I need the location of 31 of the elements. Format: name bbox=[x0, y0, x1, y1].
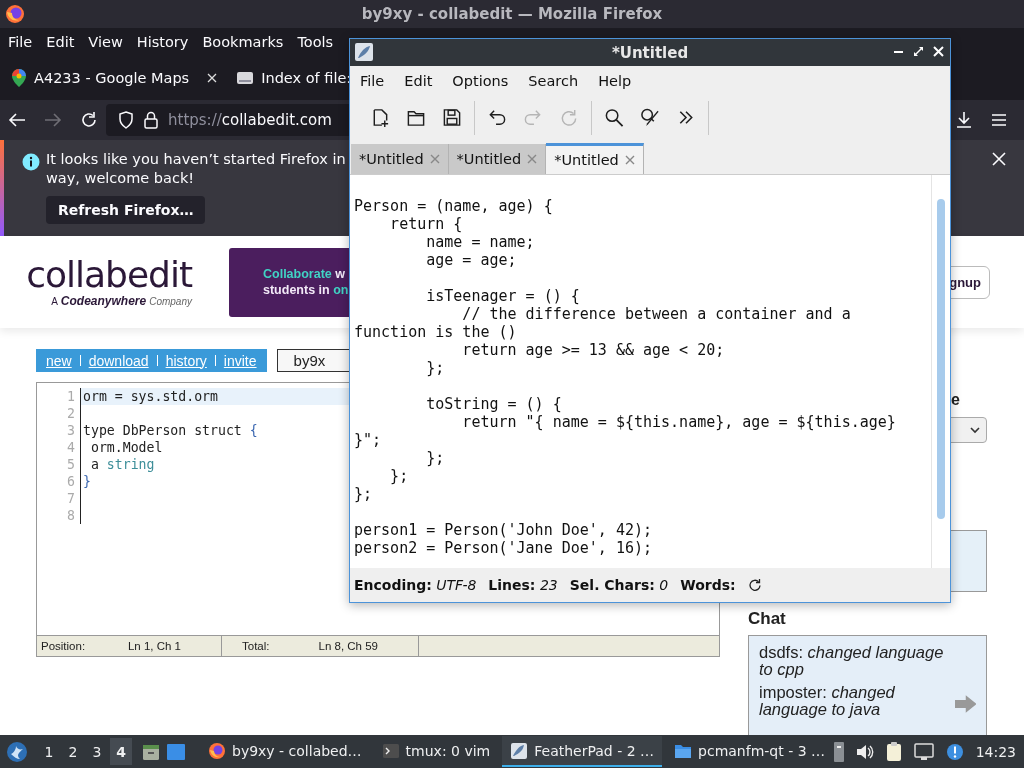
line-number: 5 bbox=[37, 456, 81, 473]
chat-heading: Chat bbox=[748, 609, 787, 629]
code-line: orm.Model bbox=[89, 439, 163, 456]
status-value: Ln 1, Ch 1 bbox=[127, 639, 181, 654]
chat-message: dsdfs: changed language to cpp bbox=[759, 644, 945, 678]
line-number: 3 bbox=[37, 422, 81, 439]
code-line: } bbox=[83, 473, 91, 490]
line-number: 6 bbox=[37, 473, 81, 490]
status-text: Encoding: UTF-8 bbox=[354, 577, 477, 593]
window-title: by9xy - collabedit — Mozilla Firefox bbox=[361, 5, 663, 23]
notification-text: It looks like you haven’t started Firefox in bbox=[46, 150, 346, 169]
status-label: Position: bbox=[41, 639, 86, 654]
status-text: Lines: 23 bbox=[488, 577, 558, 593]
logo-tagline: A Codeanywhere Company bbox=[51, 294, 192, 308]
line-number: 4 bbox=[37, 439, 81, 456]
banner-text: Collaborate w bbox=[263, 267, 346, 281]
banner-text: students in on bbox=[263, 283, 350, 297]
line-number: 7 bbox=[37, 490, 81, 507]
chat-message: imposter: changed language to java bbox=[759, 684, 896, 718]
status-label: Total: bbox=[242, 639, 270, 654]
status-value: Ln 8, Ch 59 bbox=[318, 639, 378, 654]
window-title: *Untitled bbox=[611, 43, 689, 62]
section-heading: e bbox=[951, 391, 961, 409]
status-text: Sel. Chars: 0 bbox=[569, 577, 669, 593]
line-number: 8 bbox=[37, 507, 81, 524]
status-text: Words: bbox=[680, 577, 736, 593]
line-number: 2 bbox=[37, 405, 81, 422]
code-line: a string bbox=[89, 456, 155, 473]
code-line: type DbPerson struct { bbox=[83, 422, 258, 439]
notification-text: way, welcome back! bbox=[46, 169, 196, 188]
code-line: orm = sys.std.orm bbox=[83, 388, 218, 405]
